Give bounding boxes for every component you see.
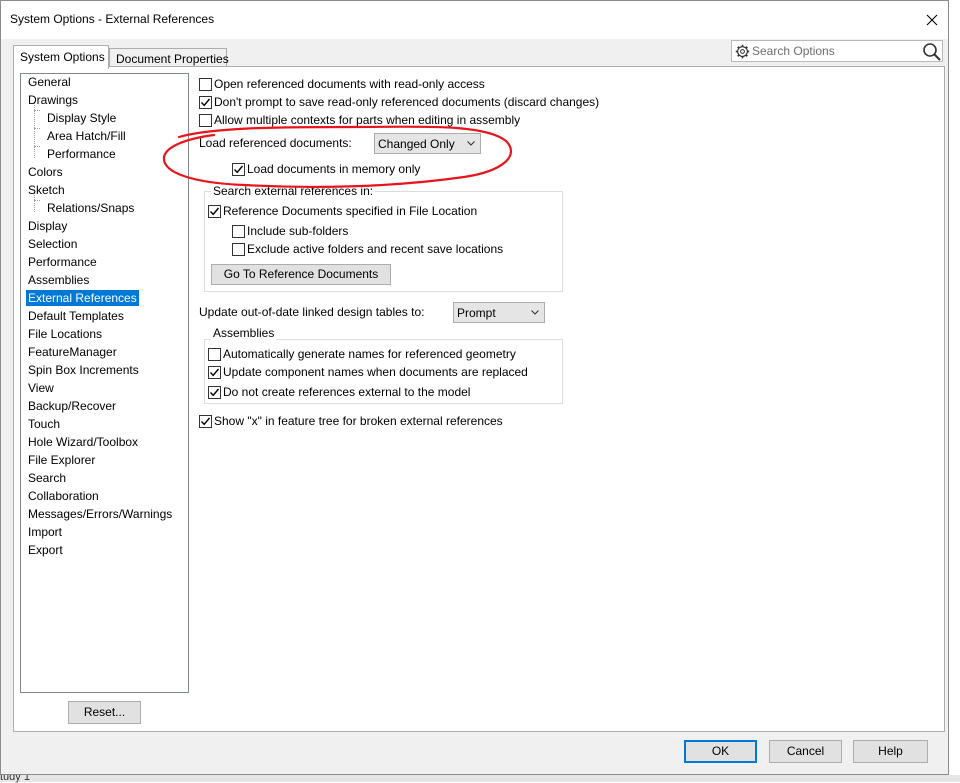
reset-button[interactable]: Reset... <box>68 701 141 724</box>
tab-system-options[interactable]: System Options <box>13 45 109 69</box>
checkmark-icon <box>200 98 211 107</box>
ok-label: OK <box>711 744 730 758</box>
checkmark-icon <box>209 207 220 216</box>
load-in-memory-label: Load documents in memory only <box>247 162 421 176</box>
tree-item-view[interactable]: View <box>26 380 56 396</box>
exclude-active-folders-checkbox[interactable] <box>232 243 245 256</box>
tree-item-relations-snaps[interactable]: Relations/Snaps <box>45 200 136 216</box>
exclude-active-folders-label: Exclude active folders and recent save l… <box>247 242 504 256</box>
include-subfolders-label: Include sub-folders <box>247 224 349 238</box>
close-button[interactable] <box>919 7 945 33</box>
tree-item-sketch[interactable]: Sketch <box>26 182 67 198</box>
tab-label: System Options <box>20 50 105 64</box>
tree-item-backup-recover[interactable]: Backup/Recover <box>26 398 118 414</box>
tree-item-colors[interactable]: Colors <box>26 164 65 180</box>
allow-multiple-contexts-label: Allow multiple contexts for parts when e… <box>214 113 521 127</box>
no-external-refs-checkbox[interactable] <box>208 386 221 399</box>
tree-item-messages-errors-warnings[interactable]: Messages/Errors/Warnings <box>26 506 174 522</box>
show-x-broken-label: Show "x" in feature tree for broken exte… <box>214 414 503 428</box>
tab-label: Document Properties <box>116 52 229 66</box>
open-read-only-label: Open referenced documents with read-only… <box>214 77 485 91</box>
checkmark-icon <box>209 388 220 397</box>
load-referenced-value: Changed Only <box>378 137 455 151</box>
tree-item-selection[interactable]: Selection <box>26 236 79 252</box>
update-component-names-checkbox[interactable] <box>208 366 221 379</box>
search-box[interactable] <box>731 40 943 62</box>
go-to-reference-docs-button[interactable]: Go To Reference Documents <box>211 264 391 285</box>
load-in-memory-checkbox[interactable] <box>232 163 245 176</box>
tree-item-collaboration[interactable]: Collaboration <box>26 488 101 504</box>
help-label: Help <box>878 744 903 758</box>
tree-item-external-references[interactable]: External References <box>26 290 139 306</box>
options-panel: General Drawings Display Style Area Hatc… <box>13 66 945 732</box>
chevron-down-icon <box>466 137 476 151</box>
cancel-button[interactable]: Cancel <box>769 740 842 763</box>
allow-multiple-contexts-checkbox[interactable] <box>199 114 212 127</box>
load-referenced-select[interactable]: Changed Only <box>374 133 481 154</box>
background-strip: tudy 1 <box>0 771 960 783</box>
show-x-broken-checkbox[interactable] <box>199 415 212 428</box>
update-design-tables-label: Update out-of-date linked design tables … <box>199 305 425 319</box>
tree-item-area-hatch-fill[interactable]: Area Hatch/Fill <box>45 128 128 144</box>
help-button[interactable]: Help <box>853 740 928 763</box>
system-options-dialog: System Options - External References Sys… <box>0 0 949 775</box>
tab-document-properties[interactable]: Document Properties <box>109 48 229 68</box>
tree-item-default-templates[interactable]: Default Templates <box>26 308 126 324</box>
reference-docs-file-location-label: Reference Documents specified in File Lo… <box>223 204 478 218</box>
reference-docs-file-location-checkbox[interactable] <box>208 205 221 218</box>
tree-item-hole-wizard-toolbox[interactable]: Hole Wizard/Toolbox <box>26 434 140 450</box>
ok-button[interactable]: OK <box>684 740 757 763</box>
load-referenced-label: Load referenced documents: <box>199 136 352 150</box>
include-subfolders-checkbox[interactable] <box>232 225 245 238</box>
search-external-refs-title: Search external references in: <box>211 184 376 198</box>
update-design-tables-select[interactable]: Prompt <box>453 302 545 323</box>
tree-item-file-explorer[interactable]: File Explorer <box>26 452 97 468</box>
options-tree[interactable]: General Drawings Display Style Area Hatc… <box>20 73 189 693</box>
assemblies-group-title: Assemblies <box>211 326 277 340</box>
cancel-label: Cancel <box>786 744 825 758</box>
tree-item-import[interactable]: Import <box>26 524 64 540</box>
chevron-down-icon <box>530 306 540 320</box>
checkmark-icon <box>233 165 244 174</box>
window-title: System Options - External References <box>10 12 215 26</box>
tree-item-touch[interactable]: Touch <box>26 416 62 432</box>
close-icon <box>926 14 938 26</box>
tree-item-drawings[interactable]: Drawings <box>26 92 80 108</box>
search-icon[interactable] <box>922 42 942 62</box>
auto-generate-names-checkbox[interactable] <box>208 348 221 361</box>
dont-prompt-save-label: Don't prompt to save read-only reference… <box>214 95 600 109</box>
tree-item-display-style[interactable]: Display Style <box>45 110 118 126</box>
tree-item-featuremanager[interactable]: FeatureManager <box>26 344 119 360</box>
update-component-names-label: Update component names when documents ar… <box>223 365 528 379</box>
tree-item-general[interactable]: General <box>26 74 73 90</box>
tree-item-file-locations[interactable]: File Locations <box>26 326 104 342</box>
tree-item-spin-box-increments[interactable]: Spin Box Increments <box>26 362 141 378</box>
update-design-tables-value: Prompt <box>457 306 496 320</box>
gear-icon <box>735 44 750 59</box>
tree-item-assemblies[interactable]: Assemblies <box>26 272 91 288</box>
open-read-only-checkbox[interactable] <box>199 78 212 91</box>
tree-item-drawings-performance[interactable]: Performance <box>45 146 118 162</box>
checkmark-icon <box>209 368 220 377</box>
dont-prompt-save-checkbox[interactable] <box>199 96 212 109</box>
auto-generate-names-label: Automatically generate names for referen… <box>223 347 516 361</box>
go-to-reference-docs-label: Go To Reference Documents <box>223 267 379 281</box>
tree-item-performance[interactable]: Performance <box>26 254 99 270</box>
search-input[interactable] <box>752 42 917 60</box>
reset-label: Reset... <box>83 705 126 719</box>
title-bar: System Options - External References <box>1 1 948 39</box>
checkmark-icon <box>200 417 211 426</box>
no-external-refs-label: Do not create references external to the… <box>223 385 471 399</box>
tree-item-display[interactable]: Display <box>26 218 69 234</box>
tree-item-export[interactable]: Export <box>26 542 65 558</box>
tree-item-search[interactable]: Search <box>26 470 68 486</box>
